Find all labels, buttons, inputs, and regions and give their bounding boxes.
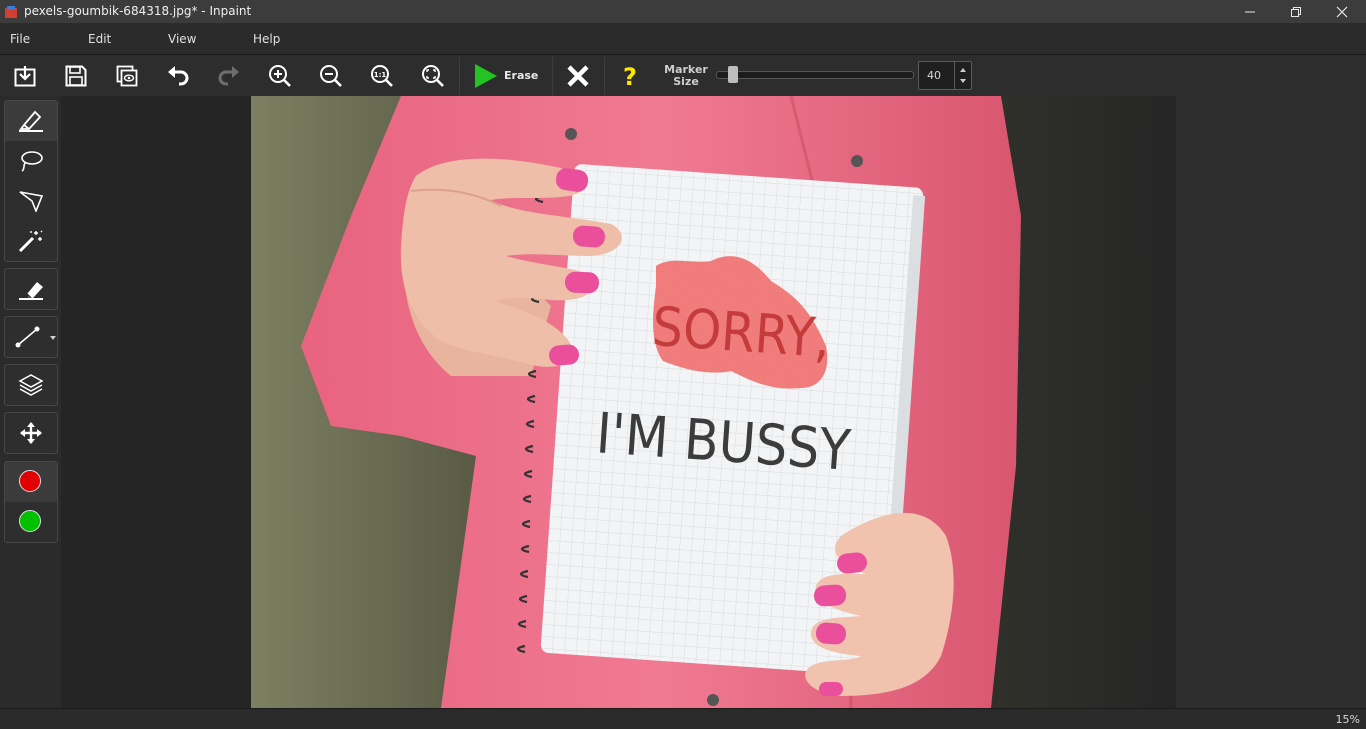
status-bar: 15% xyxy=(0,708,1366,729)
lasso-tool[interactable] xyxy=(5,141,57,181)
polygonal-lasso-tool[interactable] xyxy=(5,181,57,221)
help-button[interactable]: ? xyxy=(613,59,647,93)
restore-icon xyxy=(1291,7,1301,17)
close-window-button[interactable] xyxy=(1319,0,1365,23)
redo-icon xyxy=(218,66,239,86)
zoom-in-button[interactable] xyxy=(263,59,297,93)
svg-text:1:1: 1:1 xyxy=(374,71,387,79)
undo-icon xyxy=(168,66,189,86)
spin-down-icon[interactable] xyxy=(960,79,966,83)
play-icon xyxy=(475,64,497,88)
help-icon: ? xyxy=(623,64,637,88)
menu-view[interactable]: View xyxy=(168,32,196,46)
marker-tool[interactable] xyxy=(5,101,57,141)
line-tool-dropdown-icon[interactable] xyxy=(50,336,56,340)
photo-illustration: SORRY, I'M BUSSY xyxy=(251,96,1176,708)
line-group xyxy=(4,316,58,358)
fit-window-button[interactable] xyxy=(416,59,450,93)
marker-icon xyxy=(19,110,43,132)
spin-buttons xyxy=(954,62,971,89)
line-tool[interactable] xyxy=(5,317,57,357)
move-icon xyxy=(20,422,42,444)
marker-size-slider-thumb[interactable] xyxy=(727,66,738,83)
green-color-icon xyxy=(19,510,41,532)
actual-size-icon: 1:1 xyxy=(371,65,393,87)
lasso-icon xyxy=(21,151,43,172)
save-icon xyxy=(65,65,87,87)
close-icon xyxy=(567,65,589,87)
marker-size-slider[interactable] xyxy=(716,71,914,79)
magic-wand-tool[interactable] xyxy=(5,221,57,261)
magic-wand-icon xyxy=(18,230,43,252)
red-color-icon xyxy=(19,470,41,492)
zoom-out-icon xyxy=(320,65,342,87)
selection-tools xyxy=(4,100,58,262)
zoom-level: 15% xyxy=(1335,713,1360,726)
fit-window-icon xyxy=(422,65,444,87)
zoom-in-icon xyxy=(269,65,291,87)
window-title: pexels-goumbik-684318.jpg* - Inpaint xyxy=(24,4,252,18)
save-button[interactable] xyxy=(59,59,93,93)
close-window-icon xyxy=(1336,6,1348,18)
save-as-button[interactable] xyxy=(110,59,144,93)
keep-color-swatch[interactable] xyxy=(5,502,57,542)
actual-size-button[interactable]: 1:1 xyxy=(365,59,399,93)
tool-sidebar xyxy=(0,96,61,708)
open-button[interactable] xyxy=(8,59,42,93)
menu-help[interactable]: Help xyxy=(253,32,280,46)
eraser-tool[interactable] xyxy=(5,269,57,309)
restore-button[interactable] xyxy=(1273,0,1319,23)
redo-button[interactable] xyxy=(212,59,246,93)
open-icon xyxy=(14,66,36,87)
move-group xyxy=(4,412,58,454)
menu-file[interactable]: File xyxy=(10,32,30,46)
toolbar-separator xyxy=(552,57,553,95)
erase-label: Erase xyxy=(504,69,539,82)
toolbar: 1:1 Erase ? Marker Size xyxy=(0,55,1366,97)
line-icon xyxy=(15,326,40,348)
eraser-icon xyxy=(19,282,43,300)
polygonal-lasso-icon xyxy=(19,191,44,212)
notebook-text-line1: SORRY, xyxy=(650,295,832,370)
toolbar-separator xyxy=(604,57,605,95)
marker-size-spinbox[interactable]: 40 xyxy=(918,61,972,90)
layers-group xyxy=(4,364,58,406)
marker-size-label: Marker Size xyxy=(664,63,708,88)
zoom-out-button[interactable] xyxy=(314,59,348,93)
mask-color-swatch[interactable] xyxy=(5,462,57,502)
toolbar-separator xyxy=(459,57,460,95)
color-group xyxy=(4,461,58,543)
layers-tool[interactable] xyxy=(5,365,57,405)
svg-text:?: ? xyxy=(623,64,637,88)
layers-icon xyxy=(18,374,44,396)
save-as-icon xyxy=(116,65,138,87)
title-bar: pexels-goumbik-684318.jpg* - Inpaint xyxy=(0,0,1366,23)
undo-button[interactable] xyxy=(161,59,195,93)
minimize-icon xyxy=(1245,11,1255,13)
spin-up-icon[interactable] xyxy=(960,68,966,72)
photo[interactable]: SORRY, I'M BUSSY xyxy=(251,96,1176,708)
eraser-group xyxy=(4,268,58,310)
cancel-button[interactable] xyxy=(561,59,595,93)
app-icon xyxy=(4,4,18,18)
menu-edit[interactable]: Edit xyxy=(88,32,111,46)
move-tool[interactable] xyxy=(5,413,57,453)
minimize-button[interactable] xyxy=(1227,0,1273,23)
marker-size-value: 40 xyxy=(927,69,941,82)
canvas-margin xyxy=(1176,96,1366,708)
menu-bar: File Edit View Help xyxy=(0,23,1366,55)
